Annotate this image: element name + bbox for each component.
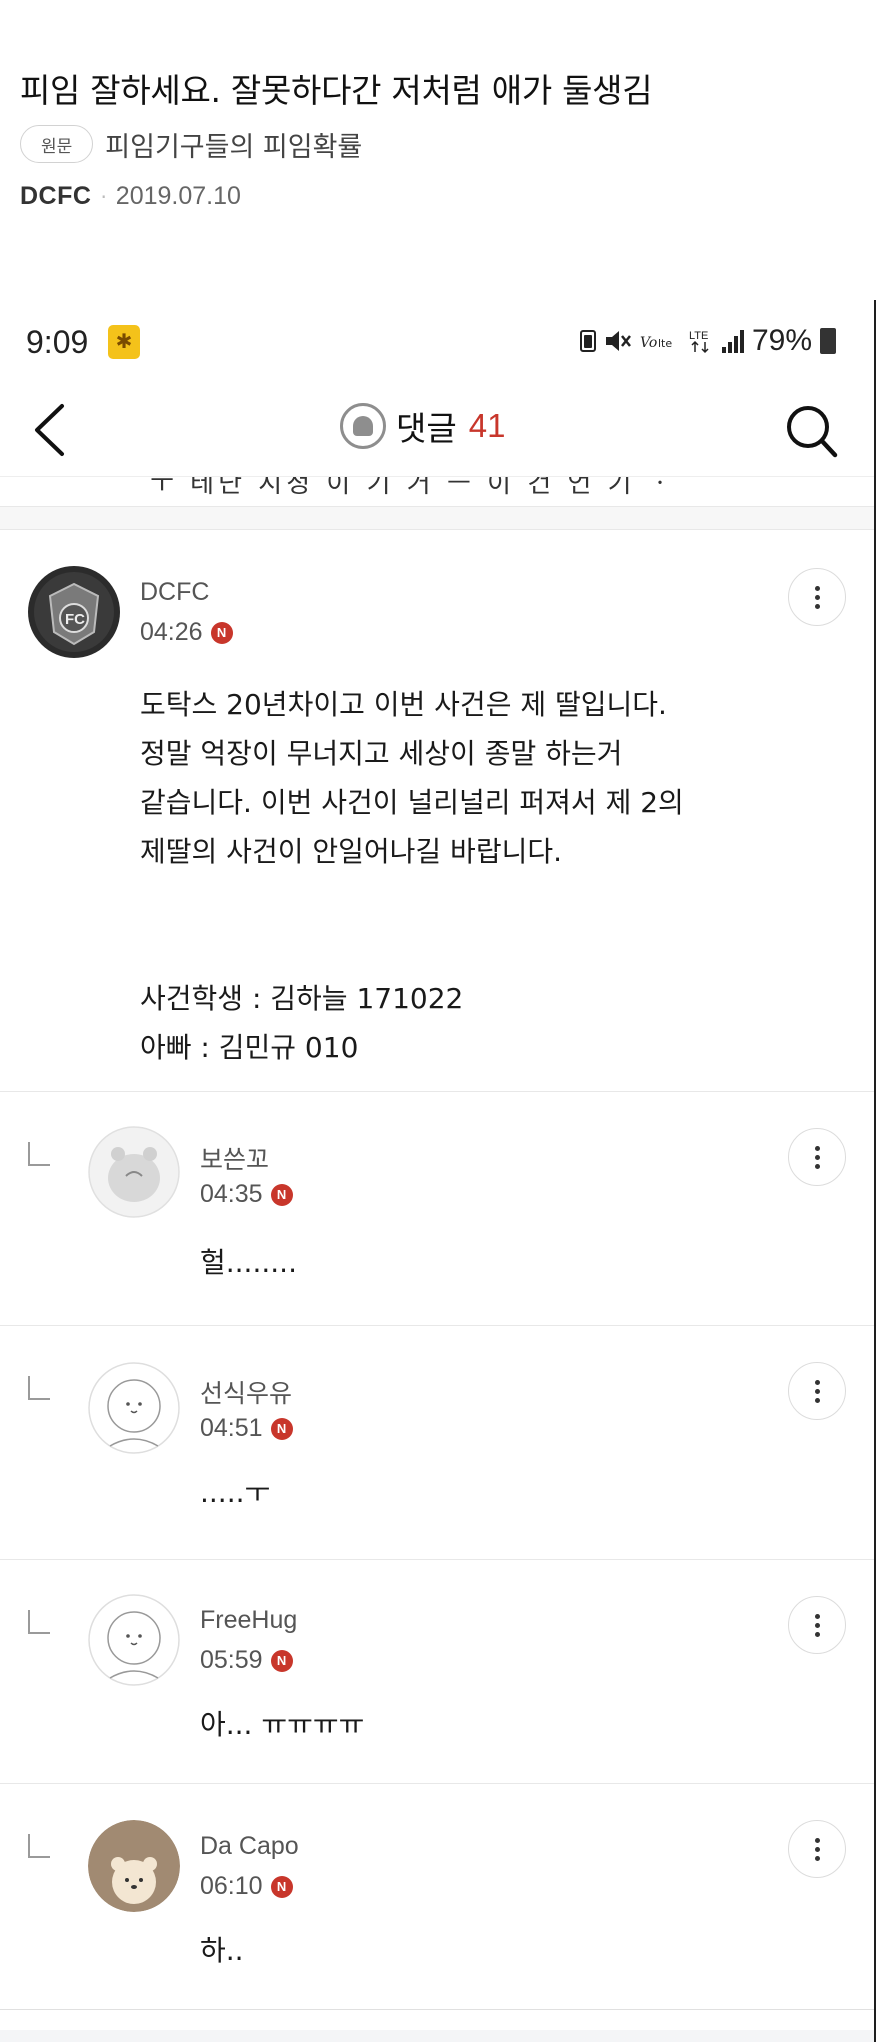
comment-author[interactable]: FreeHug: [200, 1606, 297, 1635]
new-badge: N: [270, 1183, 293, 1206]
more-options-button[interactable]: [788, 568, 846, 626]
comment-text: 헐........: [200, 1246, 297, 1279]
section-gap: [0, 506, 874, 530]
new-badge: N: [270, 1875, 293, 1898]
comment-item: FC DCFC 04:26 N 도탁스 20년차이고 이번 사건은 제 딸입니다…: [0, 530, 874, 1092]
svg-text:Vo: Vo: [640, 335, 657, 351]
mute-icon: [604, 328, 632, 354]
comment-text: 도탁스 20년차이고 이번 사건은 제 딸입니다. 정말 억장이 무너지고 세상…: [140, 680, 684, 1072]
author-row: DCFC · 2019.07.10: [20, 182, 241, 211]
reply-indent-icon: [28, 1834, 50, 1858]
reply-indent-icon: [28, 1610, 50, 1634]
new-badge: N: [270, 1649, 293, 1672]
source-badge: 원문: [20, 125, 94, 163]
status-time: 9:09: [26, 324, 89, 360]
post-header: 피임 잘하세요. 잘못하다간 저처럼 애가 둘생김 원문 피임기구들의 피임확률…: [0, 0, 876, 300]
comment-time: 04:51: [200, 1414, 263, 1442]
status-bar: 9:09 ✱ Vo lte LTE 79%: [0, 300, 874, 380]
comment-author[interactable]: 선식우유: [200, 1374, 292, 1410]
post-title[interactable]: 피임 잘하세요. 잘못하다간 저처럼 애가 둘생김: [20, 64, 653, 112]
comment-time: 04:35: [200, 1180, 263, 1208]
battery-percent: 79%: [751, 324, 812, 357]
avatar[interactable]: [88, 1126, 180, 1218]
more-options-button[interactable]: [788, 1596, 846, 1654]
reply-item: 선식우유 04:51 N .....ㅜ: [0, 1326, 874, 1560]
separator-dot: ·: [100, 184, 107, 209]
phone-screenshot: 9:09 ✱ Vo lte LTE 79% 댓글 41 ㅜ 테단 시청 이 기 …: [0, 300, 876, 2042]
comment-line: 같습니다. 이번 사건이 널리널리 퍼져서 제 2의: [140, 786, 684, 819]
battery-icon: [820, 328, 836, 354]
signal-icon: [721, 329, 744, 353]
source-row: 원문 피임기구들의 피임확률: [20, 124, 362, 164]
comment-line: 사건학생 : 김하늘 171022: [140, 982, 464, 1015]
svg-text:LTE: LTE: [689, 330, 708, 342]
comment-author[interactable]: DCFC: [140, 578, 209, 607]
volte-icon: Vo lte: [640, 330, 680, 352]
nav-title: 댓글: [396, 409, 457, 448]
cutoff-previous-comment: ㅜ 테단 시청 이 기 거 ㅡ 이 건 언 기 ㆍ: [0, 476, 874, 508]
avatar[interactable]: [88, 1594, 180, 1686]
comment-author[interactable]: 보쓴꼬: [200, 1140, 269, 1176]
new-badge: N: [270, 1417, 293, 1440]
comment-meta: 05:59 N: [200, 1646, 293, 1675]
comment-count: 41: [468, 407, 506, 444]
comment-time: 05:59: [200, 1646, 263, 1674]
comment-text: 아... ㅠㅠㅠㅠ: [200, 1708, 365, 1741]
comment-meta: 04:26 N: [140, 618, 233, 647]
bottom-band: [0, 2030, 874, 2042]
reply-indent-icon: [28, 1142, 50, 1166]
lte-icon: LTE: [688, 328, 714, 354]
avatar[interactable]: FC: [28, 566, 120, 658]
post-author[interactable]: DCFC: [20, 182, 91, 211]
comment-line: 정말 억장이 무너지고 세상이 종말 하는거: [140, 737, 623, 770]
chevron-left-icon: [35, 404, 64, 456]
comment-meta: 04:51 N: [200, 1414, 293, 1443]
comment-line: 도탁스 20년차이고 이번 사건은 제 딸입니다.: [140, 688, 667, 721]
redaction-mask: [358, 1034, 429, 1064]
lock-icon: [579, 330, 596, 352]
reply-item: Da Capo 06:10 N 하..: [0, 1784, 874, 2010]
svg-text:FC: FC: [65, 611, 85, 628]
reply-indent-icon: [28, 1376, 50, 1400]
comment-author[interactable]: Da Capo: [200, 1832, 299, 1861]
comment-time: 04:26: [140, 618, 203, 646]
reply-item: 보쓴꼬 04:35 N 헐........: [0, 1092, 874, 1326]
search-icon: [787, 406, 838, 458]
avatar[interactable]: [88, 1820, 180, 1912]
search-button[interactable]: [784, 402, 838, 460]
bell-icon[interactable]: [340, 403, 386, 449]
comment-text: .....ㅜ: [200, 1476, 271, 1509]
svg-text:lte: lte: [658, 337, 672, 350]
app-notification-icon: ✱: [108, 325, 140, 359]
nav-bar: 댓글 41: [0, 380, 874, 476]
nav-title-group: 댓글 41: [340, 402, 505, 450]
status-icons: Vo lte LTE 79%: [579, 324, 836, 358]
post-date: 2019.07.10: [115, 182, 241, 210]
comment-meta: 06:10 N: [200, 1872, 293, 1901]
reply-item: FreeHug 05:59 N 아... ㅠㅠㅠㅠ: [0, 1560, 874, 1784]
more-options-button[interactable]: [788, 1128, 846, 1186]
source-link[interactable]: 피임기구들의 피임확률: [105, 125, 362, 164]
comment-line: 제딸의 사건이 안일어나길 바랍니다.: [140, 835, 563, 868]
more-options-button[interactable]: [788, 1362, 846, 1420]
more-options-button[interactable]: [788, 1820, 846, 1878]
comment-line: 아빠 : 김민규 010: [140, 1023, 684, 1072]
comment-meta: 04:35 N: [200, 1180, 293, 1209]
comment-time: 06:10: [200, 1872, 263, 1900]
avatar[interactable]: [88, 1362, 180, 1454]
new-badge: N: [210, 621, 233, 644]
back-button[interactable]: [24, 400, 74, 460]
comment-text: 하..: [200, 1934, 244, 1967]
cutoff-text: ㅜ 테단 시청 이 기 거 ㅡ 이 건 언 기 ㆍ: [150, 476, 676, 499]
